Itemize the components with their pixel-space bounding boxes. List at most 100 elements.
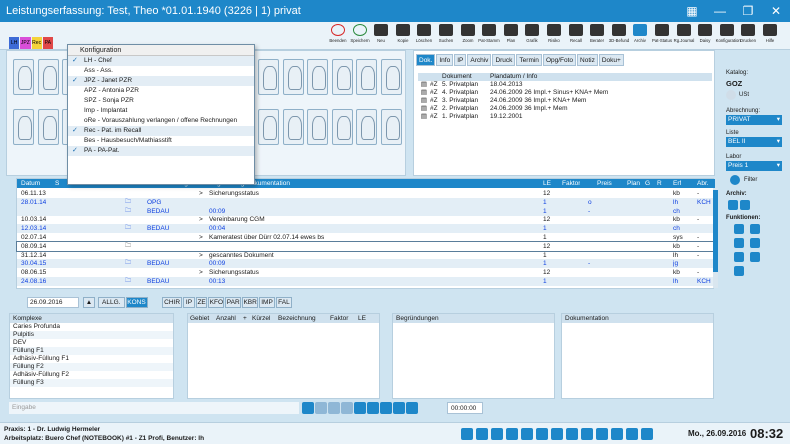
- col-datum[interactable]: Datum: [21, 179, 40, 188]
- toolbar-3d-befund-button[interactable]: 3D-Befund: [607, 24, 631, 43]
- toolbar-speichern-button[interactable]: Speichern: [348, 24, 372, 43]
- col-g[interactable]: G: [645, 179, 650, 188]
- calendar-icon[interactable]: [506, 428, 518, 440]
- table-row[interactable]: 24.08.16 🗀 BEDAU 00:13 1 lh KCH: [17, 277, 715, 286]
- tooth[interactable]: [37, 109, 59, 145]
- table-row[interactable]: 08.09.14 🗀 12 kb -: [16, 240, 716, 252]
- func-chart-icon[interactable]: [734, 224, 744, 234]
- config-item-rec[interactable]: ✓ Rec - Pat. im Recall: [68, 126, 254, 136]
- func-print-icon[interactable]: [750, 224, 760, 234]
- col-kürzel[interactable]: Kürzel: [252, 314, 270, 323]
- home-icon[interactable]: [536, 428, 548, 440]
- tool-settings-icon[interactable]: [406, 402, 418, 414]
- col-s[interactable]: S: [55, 179, 59, 188]
- tooth[interactable]: [356, 59, 377, 95]
- tooth[interactable]: [258, 59, 279, 95]
- tool-camera-icon[interactable]: [380, 402, 392, 414]
- func-list-icon[interactable]: [750, 238, 760, 248]
- config-item-ore[interactable]: oRe - Vorauszahlung verlangen / offene R…: [68, 116, 254, 126]
- tab-druck[interactable]: Druck: [492, 54, 516, 66]
- komplexe-item[interactable]: Füllung F2: [10, 363, 173, 371]
- filter-kons-button[interactable]: KONS: [125, 297, 148, 308]
- tab-opg-foto[interactable]: Opg/Foto: [542, 54, 577, 66]
- config-item-lh[interactable]: ✓ LH - Chef: [68, 56, 254, 66]
- toolbar-drucken-button[interactable]: Drucken: [736, 24, 760, 43]
- tab-dok[interactable]: Dok.: [416, 54, 436, 66]
- tab-info[interactable]: Info: [436, 54, 454, 66]
- archiv-scan-icon[interactable]: [740, 200, 750, 210]
- tab-archiv[interactable]: Archiv: [467, 54, 492, 66]
- document-row[interactable]: ▤ #Z 1. Privatplan 19.12.2001: [418, 113, 712, 121]
- category-fal-button[interactable]: FAL: [276, 297, 292, 308]
- table-row[interactable]: 30.04.15 🗀 BEDAU 00:09 1 - jg: [17, 259, 715, 269]
- tooth[interactable]: [282, 59, 304, 95]
- config-item-apz[interactable]: APZ - Antonia PZR: [68, 86, 254, 96]
- tab-ip[interactable]: IP: [454, 54, 467, 66]
- grid-menu-icon[interactable]: ▦: [678, 0, 706, 22]
- col-bezeichnung[interactable]: Bezeichnung: [278, 314, 316, 323]
- col-faktor[interactable]: Faktor: [330, 314, 348, 323]
- mail-icon[interactable]: [491, 428, 503, 440]
- tool-record-icon[interactable]: [302, 402, 314, 414]
- toolbar-daisy-button[interactable]: Daisy: [693, 24, 717, 43]
- check-icon[interactable]: [596, 428, 608, 440]
- minimize-button[interactable]: —: [706, 0, 734, 22]
- tool-image-icon[interactable]: [367, 402, 379, 414]
- config-dropdown[interactable]: Konfiguration ✓ LH - Chef Ass - Ass. ✓ JPZ -…: [67, 44, 255, 185]
- add-icon[interactable]: [626, 428, 638, 440]
- table-row[interactable]: 31.12.14 > gescanntes Dokument 1 lh -: [17, 251, 715, 260]
- document-row[interactable]: ▤ #Z 5. Privatplan 18.04.2013: [418, 81, 712, 89]
- document-row[interactable]: ▤ #Z 3. Privatplan 24.06.2009 36 Impl.+ KNA…: [418, 97, 712, 105]
- tooth[interactable]: [282, 109, 304, 145]
- komplexe-item[interactable]: Adhäsiv-Füllung F2: [10, 371, 173, 379]
- tool-pen-icon[interactable]: [354, 402, 366, 414]
- col-[interactable]: +: [243, 314, 247, 323]
- category-chir-button[interactable]: CHIR: [162, 297, 183, 308]
- config-item-bes[interactable]: Bes - Hausbesuch/Mathiasstift: [68, 136, 254, 146]
- liste-select[interactable]: BEL II: [726, 137, 782, 147]
- toolbar-beenden-button[interactable]: Beenden: [326, 24, 350, 43]
- time-field[interactable]: 00:00:00: [447, 402, 483, 414]
- komplexe-item[interactable]: Füllung F1: [10, 347, 173, 355]
- category-ze-button[interactable]: ZE: [195, 297, 208, 308]
- config-item-jpz[interactable]: ✓ JPZ - Janet PZR: [68, 76, 254, 86]
- chat-icon[interactable]: [476, 428, 488, 440]
- toolbar-suchen-button[interactable]: Suchen: [434, 24, 458, 43]
- func-refresh-icon[interactable]: [750, 252, 760, 262]
- table-row[interactable]: 06.11.13 > Sicherungsstatus 12 kb -: [17, 189, 715, 198]
- close-button[interactable]: ✕: [762, 0, 790, 22]
- tab-termin[interactable]: Termin: [516, 54, 542, 66]
- col-plan[interactable]: Plan: [627, 179, 640, 188]
- table-row[interactable]: 02.07.14 > Kameratest über Dürr 02.07.14 e…: [17, 233, 715, 242]
- star-icon[interactable]: [566, 428, 578, 440]
- filter-icon[interactable]: [730, 175, 740, 185]
- tooth[interactable]: [258, 109, 279, 145]
- tools-icon[interactable]: [551, 428, 563, 440]
- toolbar-löschen-button[interactable]: Löschen: [412, 24, 436, 43]
- func-grid-icon[interactable]: [734, 252, 744, 262]
- tooth[interactable]: [13, 109, 34, 145]
- toolbar-pat-status-button[interactable]: Pat-Status: [650, 24, 674, 43]
- komplexe-item[interactable]: Pulpitis: [10, 331, 173, 339]
- toolbar-hilfe-button[interactable]: Hilfe: [758, 24, 782, 43]
- tooth[interactable]: [380, 109, 402, 145]
- clock-icon[interactable]: [641, 428, 653, 440]
- tab-doku[interactable]: Doku+: [598, 54, 624, 66]
- labor-select[interactable]: Preis 1: [726, 161, 782, 171]
- category-imp-button[interactable]: IMP: [259, 297, 275, 308]
- toolbar-plan-button[interactable]: Plan: [499, 24, 523, 43]
- col-faktor[interactable]: Faktor: [562, 179, 580, 188]
- table-row[interactable]: 08.06.15 > Sicherungsstatus 12 kb -: [17, 268, 715, 277]
- tooth[interactable]: [331, 59, 353, 95]
- scrollbar-thumb[interactable]: [713, 190, 718, 272]
- table-row[interactable]: 🗀 BEDAU 00:09 1 - ch: [17, 206, 715, 216]
- tool-b-icon[interactable]: [328, 402, 340, 414]
- config-item-spz[interactable]: SPZ - Sonja PZR: [68, 96, 254, 106]
- document-row[interactable]: ▤ #Z 2. Privatplan 24.06.2009 36 Impl.+ Mem: [418, 105, 712, 113]
- col-le[interactable]: LE: [358, 314, 366, 323]
- col-le[interactable]: LE: [543, 179, 551, 188]
- flag-lh[interactable]: LH: [9, 37, 20, 49]
- user-icon[interactable]: [461, 428, 473, 440]
- func-eye-icon[interactable]: [734, 266, 744, 276]
- komplexe-item[interactable]: Füllung F3: [10, 379, 173, 387]
